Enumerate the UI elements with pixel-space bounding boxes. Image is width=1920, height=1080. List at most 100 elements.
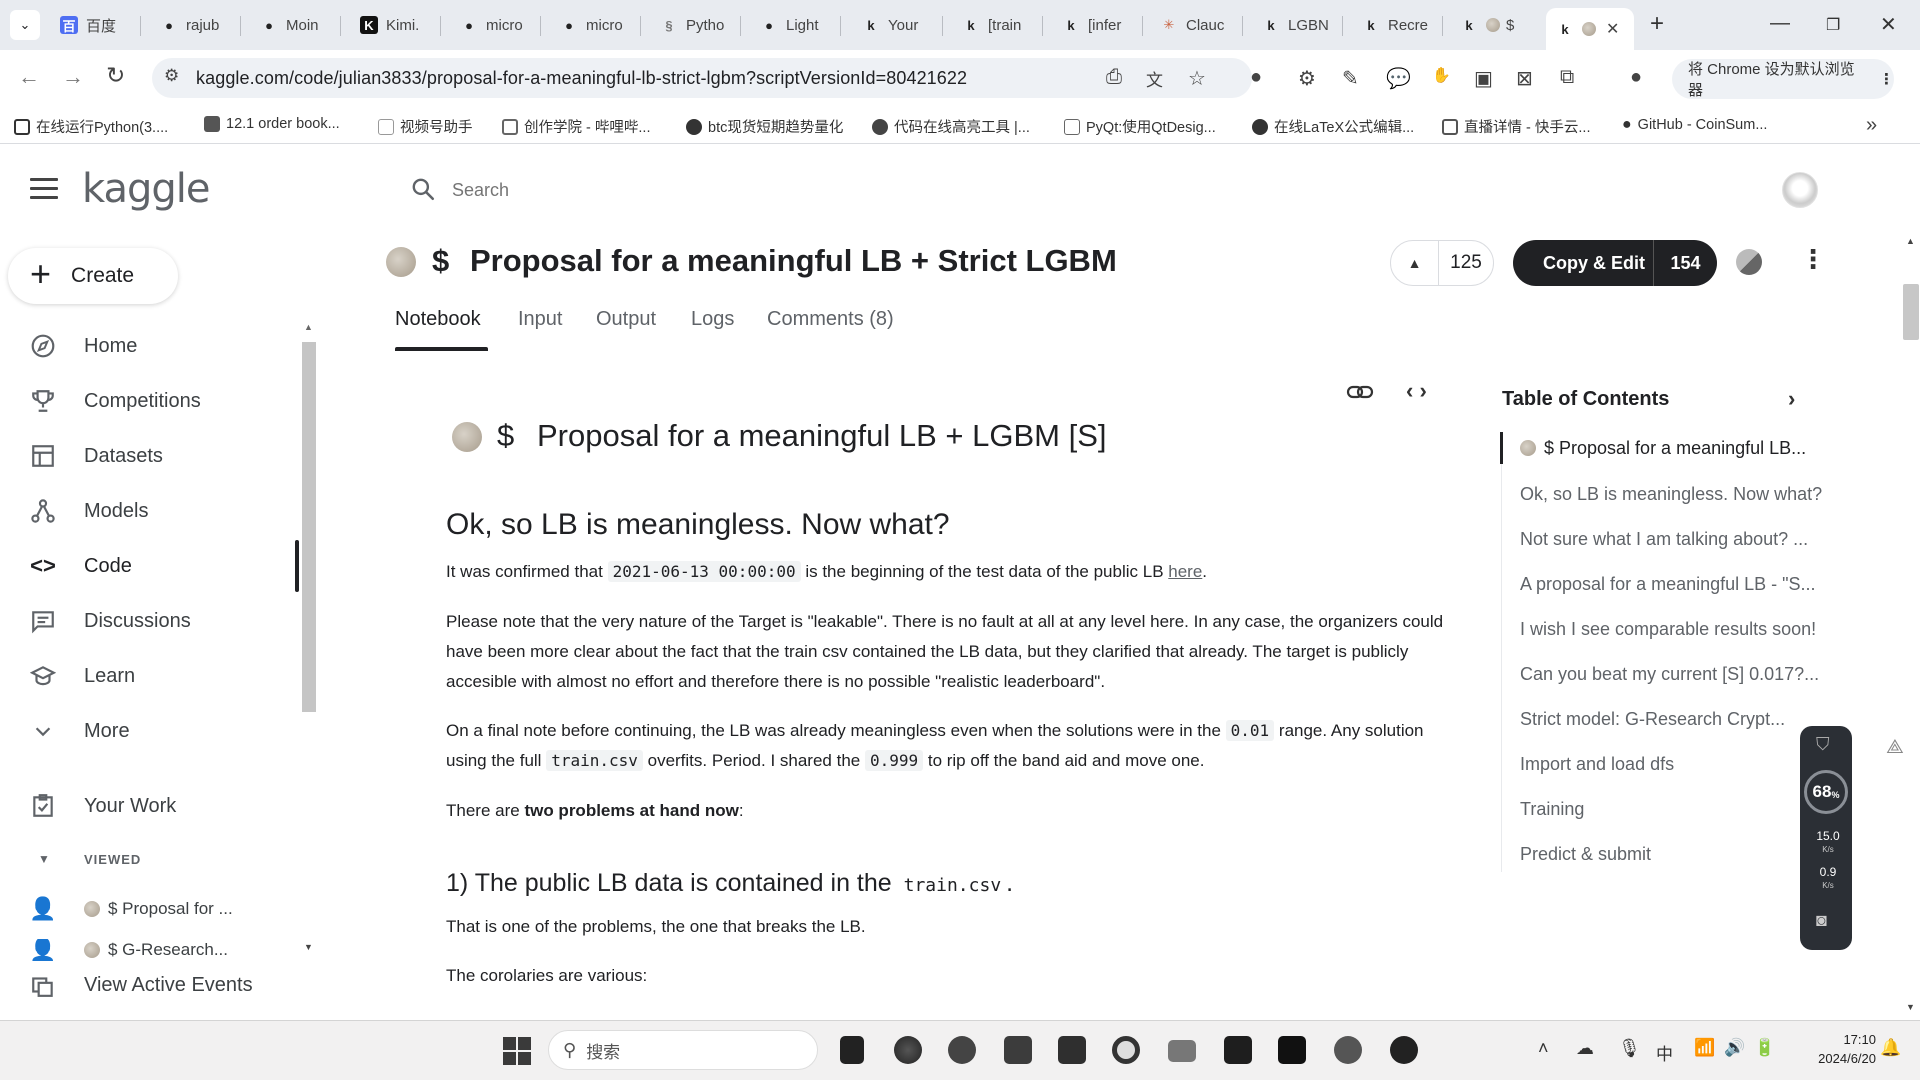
nav-discussions[interactable]: Discussions: [28, 601, 298, 641]
toc-item[interactable]: Strict model: G-Research Crypt...: [1520, 709, 1820, 730]
pen-icon[interactable]: ✎: [1342, 66, 1359, 91]
browser-tab[interactable]: 百百度: [60, 10, 132, 40]
microphone-icon[interactable]: 🎙: [1618, 1038, 1641, 1059]
file-icon[interactable]: [840, 1036, 864, 1064]
wifi-icon[interactable]: 📶: [1694, 1038, 1715, 1058]
nav-view-active-events[interactable]: View Active Events: [28, 965, 298, 1005]
forward-icon[interactable]: →: [62, 64, 84, 90]
windows-start-icon[interactable]: [503, 1037, 531, 1065]
network-monitor-widget[interactable]: ⛉ 68% 15.0 K/s 0.9 K/s ◙: [1800, 726, 1852, 950]
scroll-up-icon[interactable]: ▲: [304, 322, 313, 332]
bookmark-item[interactable]: PyQt:使用QtDesig...: [1064, 116, 1216, 137]
puzzle-icon[interactable]: ⧉: [1560, 66, 1574, 89]
copy-edit-button[interactable]: Copy & Edit 154: [1513, 240, 1717, 286]
nav-models[interactable]: Models: [28, 491, 298, 531]
browser-tab[interactable]: ● micro: [460, 10, 532, 40]
link-icon[interactable]: [1346, 382, 1374, 407]
code-toggle-icon[interactable]: ‹ ›: [1406, 378, 1427, 404]
toc-item[interactable]: I wish I see comparable results soon!: [1520, 619, 1840, 640]
extension-icon[interactable]: ●: [1250, 66, 1262, 89]
toc-item[interactable]: Training: [1520, 799, 1840, 820]
author-avatar[interactable]: [386, 247, 416, 282]
toc-item[interactable]: Ok, so LB is meaningless. Now what?: [1520, 484, 1840, 505]
battery-icon[interactable]: 🔋: [1754, 1038, 1775, 1058]
edge-icon[interactable]: [894, 1036, 922, 1064]
scroll-down-icon[interactable]: ▼: [1906, 1002, 1915, 1012]
bookmark-item[interactable]: 在线运行Python(3....: [14, 116, 168, 137]
nav-home[interactable]: Home: [28, 326, 298, 366]
app-icon[interactable]: [1334, 1036, 1362, 1064]
back-icon[interactable]: ←: [18, 64, 40, 90]
browser-tab[interactable]: k Your: [862, 10, 934, 40]
chevron-up-icon[interactable]: ˄: [1538, 1038, 1549, 1059]
terminal-icon[interactable]: [1224, 1036, 1252, 1064]
browser-tab-active[interactable]: k ✕: [1546, 8, 1634, 50]
browser-tab[interactable]: ✳ Clauc: [1160, 10, 1232, 40]
upvote-button[interactable]: ▲: [1391, 241, 1439, 285]
restore-icon[interactable]: ❐: [1826, 15, 1840, 35]
extension-icon[interactable]: ⊠: [1516, 66, 1533, 91]
here-link[interactable]: here: [1168, 562, 1202, 581]
bookmark-item[interactable]: 代码在线高亮工具 |...: [872, 116, 1030, 137]
browser-tab[interactable]: K Kimi.: [360, 10, 432, 40]
photos-icon[interactable]: [1004, 1036, 1032, 1064]
bookmark-item[interactable]: 12.1 order book...: [204, 116, 340, 132]
browser-tab[interactable]: k Recre: [1362, 10, 1434, 40]
browser-tab[interactable]: k [train: [962, 10, 1034, 40]
viewed-collapse-icon[interactable]: ▼: [38, 852, 50, 866]
hand-icon[interactable]: ✋: [1432, 66, 1451, 84]
viewed-item[interactable]: 👤 $ G-Research...: [28, 939, 298, 961]
terminal-icon[interactable]: [1278, 1036, 1306, 1064]
more-vert-icon[interactable]: ⋮: [1879, 70, 1894, 88]
more-vert-icon[interactable]: ⋮: [1800, 244, 1826, 275]
user-avatar[interactable]: [1782, 172, 1818, 208]
tab-notebook[interactable]: Notebook: [395, 308, 481, 348]
toc-item[interactable]: A proposal for a meaningful LB - "S...: [1520, 574, 1840, 595]
tab-comments[interactable]: Comments (8): [767, 308, 894, 348]
system-clock[interactable]: 17:10 2024/6/20: [1790, 1030, 1876, 1068]
nav-your-work[interactable]: Your Work: [28, 786, 298, 826]
browser-tab[interactable]: ● micro: [560, 10, 632, 40]
extension-icon[interactable]: ▣: [1474, 66, 1493, 91]
close-window-icon[interactable]: ✕: [1880, 12, 1897, 37]
browser-tab[interactable]: ● rajub: [160, 10, 232, 40]
browser-tab[interactable]: k LGBN: [1262, 10, 1334, 40]
nav-code[interactable]: <> Code: [28, 546, 298, 586]
sidebar-scrollbar-thumb[interactable]: [302, 342, 316, 712]
kaggle-logo[interactable]: kaggle: [82, 166, 210, 212]
viewed-item[interactable]: 👤 $ Proposal for ...: [28, 889, 298, 929]
toc-item[interactable]: Import and load dfs: [1520, 754, 1840, 775]
scroll-up-icon[interactable]: ▲: [1906, 236, 1915, 246]
nav-competitions[interactable]: Competitions: [28, 381, 298, 421]
extension-icon[interactable]: ⚙: [1298, 66, 1316, 91]
ime-indicator[interactable]: 中: [1656, 1040, 1673, 1065]
app-icon[interactable]: [1390, 1036, 1418, 1064]
toc-item[interactable]: Can you beat my current [S] 0.017?...: [1520, 664, 1840, 685]
page-scrollbar[interactable]: [1902, 232, 1920, 1022]
app-icon[interactable]: [1058, 1036, 1086, 1064]
bookmark-star-icon[interactable]: ☆: [1188, 66, 1206, 91]
chrome-icon[interactable]: [1112, 1036, 1140, 1064]
nav-datasets[interactable]: Datasets: [28, 436, 298, 476]
tab-input[interactable]: Input: [518, 308, 562, 348]
chat-icon[interactable]: 💬: [1386, 66, 1411, 91]
browser-tab[interactable]: § Pytho: [660, 10, 732, 40]
close-tab-icon[interactable]: ✕: [1606, 19, 1619, 39]
toc-item[interactable]: Not sure what I am talking about? ...: [1520, 529, 1840, 550]
chat-app-icon[interactable]: [948, 1036, 976, 1064]
profile-icon[interactable]: ●: [1630, 66, 1642, 89]
runtime-status-icon[interactable]: [1736, 249, 1762, 275]
scroll-down-icon[interactable]: ▼: [304, 942, 313, 952]
bookmark-item[interactable]: 视频号助手: [378, 116, 473, 137]
reload-icon[interactable]: ↻: [106, 62, 125, 89]
url-text[interactable]: kaggle.com/code/julian3833/proposal-for-…: [196, 68, 967, 89]
bookmark-item[interactable]: btc现货短期趋势量化: [686, 116, 843, 137]
folder-icon[interactable]: [1168, 1040, 1196, 1062]
toc-item[interactable]: Predict & submit: [1520, 844, 1840, 865]
browser-tab[interactable]: k $: [1460, 10, 1532, 40]
create-button[interactable]: + Create: [8, 248, 178, 304]
browser-tab[interactable]: ● Light: [760, 10, 832, 40]
set-default-browser-button[interactable]: 将 Chrome 设为默认浏览器 ⋮: [1672, 59, 1894, 99]
bookmark-item[interactable]: ● GitHub - CoinSum...: [1622, 116, 1767, 134]
translate-icon[interactable]: 文: [1146, 66, 1163, 91]
